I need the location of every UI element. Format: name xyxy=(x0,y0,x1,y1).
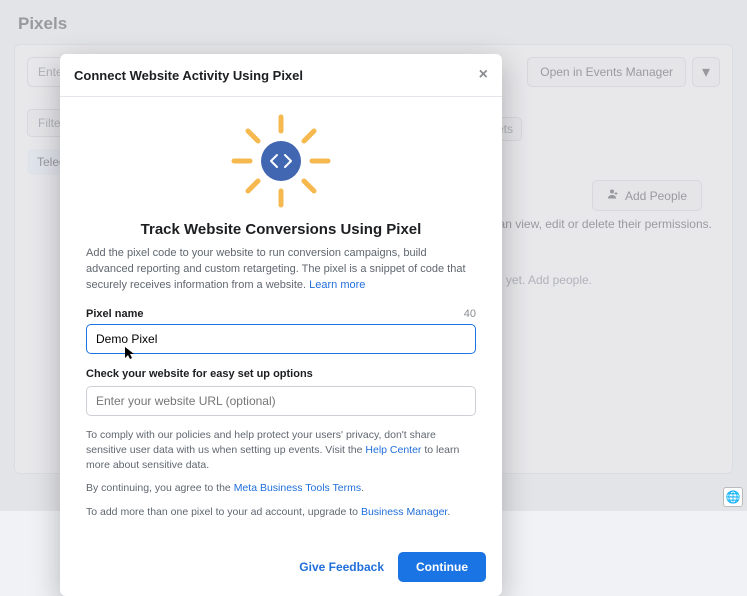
continue-button[interactable]: Continue xyxy=(398,552,486,582)
learn-more-link[interactable]: Learn more xyxy=(309,279,365,291)
help-center-link[interactable]: Help Center xyxy=(365,444,421,456)
modal-title: Track Website Conversions Using Pixel xyxy=(86,221,476,238)
pixel-hero-illustration xyxy=(86,103,476,221)
pixel-name-label: Pixel name xyxy=(86,308,143,320)
modal-description: Add the pixel code to your website to ru… xyxy=(86,246,476,294)
pixel-name-input[interactable] xyxy=(86,324,476,354)
policy-privacy-text: To comply with our policies and help pro… xyxy=(86,428,476,474)
website-url-input[interactable] xyxy=(86,386,476,416)
close-icon[interactable]: × xyxy=(479,66,488,84)
policy-terms-text: By continuing, you agree to the Meta Bus… xyxy=(86,481,476,496)
modal-header-title: Connect Website Activity Using Pixel xyxy=(74,68,303,83)
globe-icon: 🌐 xyxy=(723,487,743,507)
pixel-name-counter: 40 xyxy=(464,308,476,320)
connect-pixel-modal: Connect Website Activity Using Pixel × xyxy=(60,54,502,596)
meta-terms-link[interactable]: Meta Business Tools Terms xyxy=(234,482,361,494)
business-manager-link[interactable]: Business Manager xyxy=(361,506,447,518)
check-website-label: Check your website for easy set up optio… xyxy=(86,368,476,380)
give-feedback-button[interactable]: Give Feedback xyxy=(299,560,384,574)
policy-upgrade-text: To add more than one pixel to your ad ac… xyxy=(86,505,476,520)
